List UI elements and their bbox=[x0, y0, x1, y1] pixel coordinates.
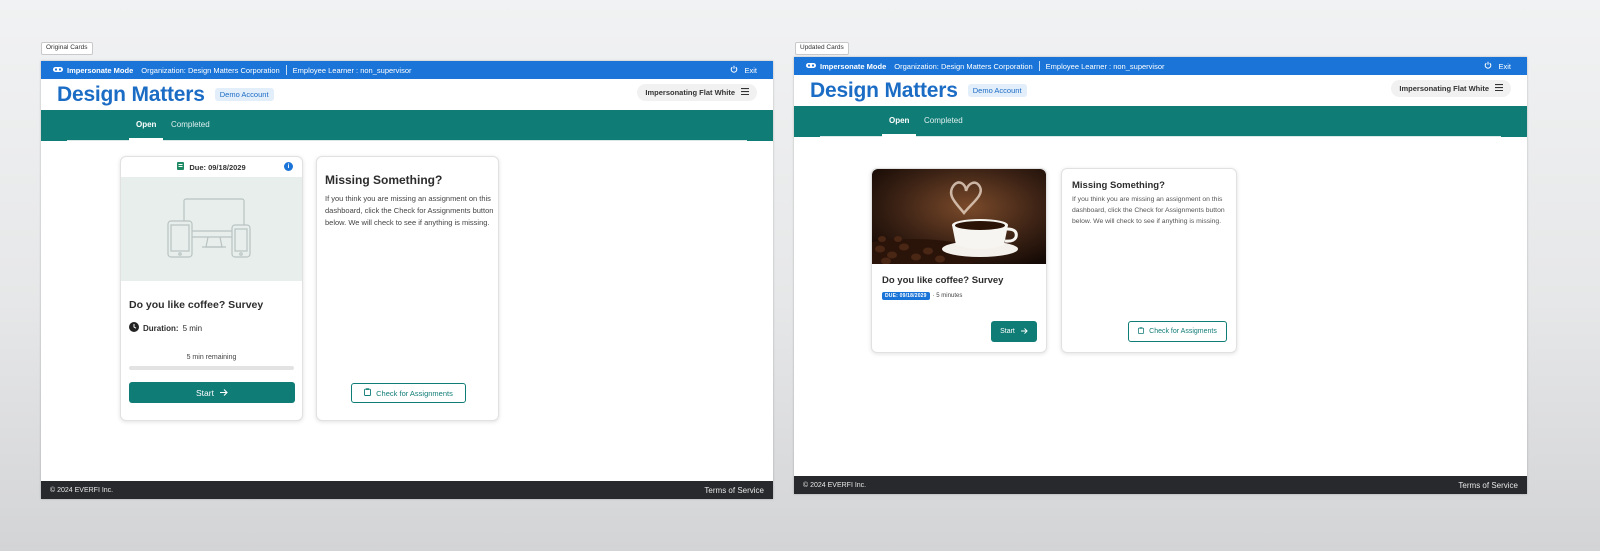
clipboard-icon bbox=[1138, 327, 1145, 336]
learner-label: Employee Learner : non_supervisor bbox=[1045, 61, 1165, 71]
learner-label: Employee Learner : non_supervisor bbox=[292, 65, 412, 75]
impersonating-user-menu[interactable]: Impersonating Flat White bbox=[1391, 80, 1511, 97]
exit-label: Exit bbox=[1498, 61, 1511, 71]
power-icon bbox=[730, 65, 738, 75]
organization-label: Organization: Design Matters Corporation bbox=[141, 65, 280, 75]
progress-bar bbox=[129, 366, 294, 370]
due-date-header: Due: 09/18/2029 bbox=[121, 157, 302, 177]
impersonation-bar: Impersonate Mode Organization: Design Ma… bbox=[41, 61, 773, 79]
assignment-card: Do you like coffee? Survey DUE: 09/18/20… bbox=[871, 168, 1047, 353]
check-for-assignments-button[interactable]: Check for Assignments bbox=[351, 383, 466, 403]
tab-completed[interactable]: Completed bbox=[171, 110, 210, 141]
impersonating-user-label: Impersonating Flat White bbox=[645, 88, 735, 97]
divider bbox=[1038, 61, 1040, 71]
brand-logo[interactable]: Design Matters bbox=[57, 83, 205, 107]
check-for-assignments-button[interactable]: Check for Assigments bbox=[1128, 321, 1227, 342]
duration-label: Duration: bbox=[143, 323, 179, 333]
survey-icon bbox=[177, 162, 185, 172]
nav-tabs: Open Completed bbox=[794, 106, 1527, 137]
demo-account-badge: Demo Account bbox=[214, 88, 274, 101]
original-screen: Impersonate Mode Organization: Design Ma… bbox=[41, 61, 773, 499]
updated-cards-label: Updated Cards bbox=[795, 42, 849, 55]
impersonation-bar: Impersonate Mode Organization: Design Ma… bbox=[794, 57, 1527, 75]
site-footer: © 2024 EVERFI Inc. Terms of Service bbox=[794, 476, 1527, 494]
impersonating-user-menu[interactable]: Impersonating Flat White bbox=[637, 84, 757, 101]
updated-screen: Impersonate Mode Organization: Design Ma… bbox=[794, 57, 1527, 494]
mask-icon bbox=[53, 66, 63, 75]
start-button[interactable]: Start bbox=[129, 382, 295, 403]
tab-open[interactable]: Open bbox=[129, 110, 164, 141]
assignment-title: Do you like coffee? Survey bbox=[882, 275, 1004, 286]
site-header: Design Matters Demo Account Impersonatin… bbox=[41, 79, 773, 110]
missing-title: Missing Something? bbox=[1072, 180, 1165, 191]
check-for-assignments-label: Check for Assignments bbox=[376, 388, 453, 398]
coffee-cup-image bbox=[872, 169, 1046, 264]
copyright: © 2024 EVERFI Inc. bbox=[803, 481, 867, 489]
site-header: Design Matters Demo Account Impersonatin… bbox=[794, 75, 1527, 106]
start-label: Start bbox=[196, 387, 214, 398]
tab-open[interactable]: Open bbox=[882, 106, 917, 137]
clock-icon bbox=[129, 322, 139, 334]
impersonating-user-label: Impersonating Flat White bbox=[1399, 84, 1489, 93]
assignment-title: Do you like coffee? Survey bbox=[129, 299, 264, 311]
devices-placeholder-image bbox=[121, 177, 302, 281]
tab-completed[interactable]: Completed bbox=[924, 106, 963, 137]
missing-something-card: Missing Something? If you think you are … bbox=[1061, 168, 1237, 353]
nav-underline bbox=[67, 140, 747, 141]
missing-description: If you think you are missing an assignme… bbox=[1072, 196, 1225, 225]
due-date: Due: 09/18/2029 bbox=[189, 162, 246, 172]
assignment-meta: DUE: 09/18/2029 · 5 minutes bbox=[882, 292, 962, 300]
info-icon[interactable]: i bbox=[284, 162, 293, 171]
exit-label: Exit bbox=[744, 65, 757, 75]
site-footer: © 2024 EVERFI Inc. Terms of Service bbox=[41, 481, 773, 499]
duration-value: 5 min bbox=[182, 323, 203, 333]
impersonate-mode-label: Impersonate Mode bbox=[820, 61, 887, 71]
divider bbox=[285, 65, 287, 75]
due-date-badge: DUE: 09/18/2029 bbox=[882, 292, 930, 300]
start-label: Start bbox=[1000, 328, 1015, 335]
arrow-right-icon bbox=[1020, 327, 1028, 336]
nav-tabs: Open Completed bbox=[41, 110, 773, 141]
missing-something-card: Missing Something? If you think you are … bbox=[316, 156, 499, 421]
time-remaining: 5 min remaining bbox=[186, 354, 237, 361]
terms-of-service-link[interactable]: Terms of Service bbox=[704, 486, 764, 495]
power-icon bbox=[1484, 61, 1492, 71]
impersonate-mode-label: Impersonate Mode bbox=[67, 65, 134, 75]
mask-icon bbox=[806, 62, 816, 71]
check-for-assignments-label: Check for Assigments bbox=[1149, 328, 1217, 335]
clipboard-icon bbox=[364, 388, 372, 398]
missing-description: If you think you are missing an assignme… bbox=[325, 194, 494, 227]
terms-of-service-link[interactable]: Terms of Service bbox=[1458, 481, 1518, 490]
duration-text: · 5 minutes bbox=[932, 293, 963, 299]
exit-button[interactable]: Exit bbox=[730, 61, 757, 79]
exit-button[interactable]: Exit bbox=[1484, 57, 1511, 75]
demo-account-badge: Demo Account bbox=[967, 84, 1027, 97]
original-cards-label: Original Cards bbox=[41, 42, 93, 55]
hamburger-icon bbox=[741, 88, 749, 97]
assignment-card: Due: 09/18/2029 i Do you like coffee? Su… bbox=[120, 156, 303, 421]
nav-underline bbox=[820, 136, 1501, 137]
brand-logo[interactable]: Design Matters bbox=[810, 79, 958, 103]
organization-label: Organization: Design Matters Corporation bbox=[894, 61, 1033, 71]
duration: Duration: 5 min bbox=[129, 322, 202, 334]
arrow-right-icon bbox=[219, 388, 228, 398]
missing-title: Missing Something? bbox=[325, 173, 443, 187]
copyright: © 2024 EVERFI Inc. bbox=[50, 486, 114, 494]
start-button[interactable]: Start bbox=[991, 321, 1037, 342]
hamburger-icon bbox=[1495, 84, 1503, 93]
